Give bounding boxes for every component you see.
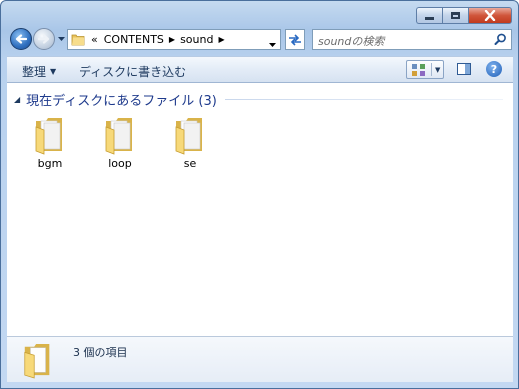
divider: [224, 98, 503, 100]
chevron-down-icon: [57, 37, 65, 41]
help-icon: ?: [490, 62, 498, 76]
preview-pane-icon: [457, 63, 471, 75]
collapse-arrow-icon[interactable]: ◢: [14, 95, 20, 104]
folder-icon: [71, 34, 85, 46]
group-header-label: 現在ディスクにあるファイル (3): [26, 93, 217, 109]
search-input[interactable]: [313, 32, 488, 51]
search-icon[interactable]: [494, 33, 507, 46]
change-view-button[interactable]: ▼: [406, 60, 444, 79]
divider: [431, 63, 432, 76]
chevron-down-icon: [269, 43, 276, 47]
item-count: 3 個の項目: [73, 346, 128, 359]
chevron-down-icon: ▼: [50, 67, 57, 76]
folder-icon: [24, 343, 50, 379]
caption-buttons: [416, 7, 512, 24]
organize-label: 整理: [22, 65, 47, 79]
chevron-down-icon[interactable]: ▼: [435, 66, 440, 74]
maximize-button[interactable]: [442, 7, 468, 24]
command-bar: 整理 ▼ ディスクに書き込む ▼ ?: [7, 56, 513, 83]
burn-label: ディスクに書き込む: [79, 65, 187, 79]
breadcrumb-separator-icon[interactable]: ▶: [218, 35, 224, 44]
folder-item-loop[interactable]: loop: [88, 115, 152, 170]
explorer-window: « CONTENTS ▶ sound ▶ 整理 ▼: [0, 0, 519, 389]
minimize-icon: [425, 16, 434, 20]
folder-item-bgm[interactable]: bgm: [18, 115, 82, 170]
breadcrumb-separator-icon[interactable]: ▶: [169, 35, 175, 44]
back-arrow-icon: [15, 34, 27, 44]
recent-pages-dropdown[interactable]: [57, 35, 65, 43]
breadcrumb-overflow[interactable]: «: [91, 33, 98, 46]
breadcrumb-contents[interactable]: CONTENTS: [104, 33, 164, 46]
refresh-button[interactable]: [285, 29, 305, 50]
organize-button[interactable]: 整理 ▼: [22, 63, 56, 80]
burn-to-disc-button[interactable]: ディスクに書き込む: [79, 63, 186, 80]
help-button[interactable]: ?: [486, 61, 502, 77]
maximize-icon: [451, 12, 460, 19]
view-icon: [412, 63, 425, 76]
folder-item-se[interactable]: se: [158, 115, 222, 170]
folder-icon: [35, 118, 62, 155]
folder-label: bgm: [37, 157, 63, 170]
breadcrumb-sound[interactable]: sound: [180, 33, 213, 46]
breadcrumb: CONTENTS ▶ sound ▶: [104, 33, 230, 46]
file-list: ◢ 現在ディスクにあるファイル (3) bgm loop se: [7, 83, 513, 336]
forward-button[interactable]: [33, 28, 55, 50]
minimize-button[interactable]: [416, 7, 442, 24]
close-icon: [484, 10, 496, 21]
folder-icon: [175, 118, 202, 155]
details-pane: 3 個の項目: [7, 336, 513, 382]
address-dropdown[interactable]: [269, 37, 276, 50]
back-button[interactable]: [10, 28, 32, 50]
group-header[interactable]: ◢ 現在ディスクにあるファイル (3): [7, 90, 513, 109]
folder-icon: [105, 118, 132, 155]
folder-label: loop: [108, 157, 132, 170]
folder-label: se: [183, 157, 197, 170]
search-box: [312, 29, 512, 51]
preview-pane-button[interactable]: [456, 61, 472, 77]
forward-arrow-icon: [38, 34, 50, 44]
address-bar[interactable]: « CONTENTS ▶ sound ▶: [67, 29, 281, 50]
close-button[interactable]: [468, 7, 512, 24]
refresh-icon: [289, 33, 301, 46]
